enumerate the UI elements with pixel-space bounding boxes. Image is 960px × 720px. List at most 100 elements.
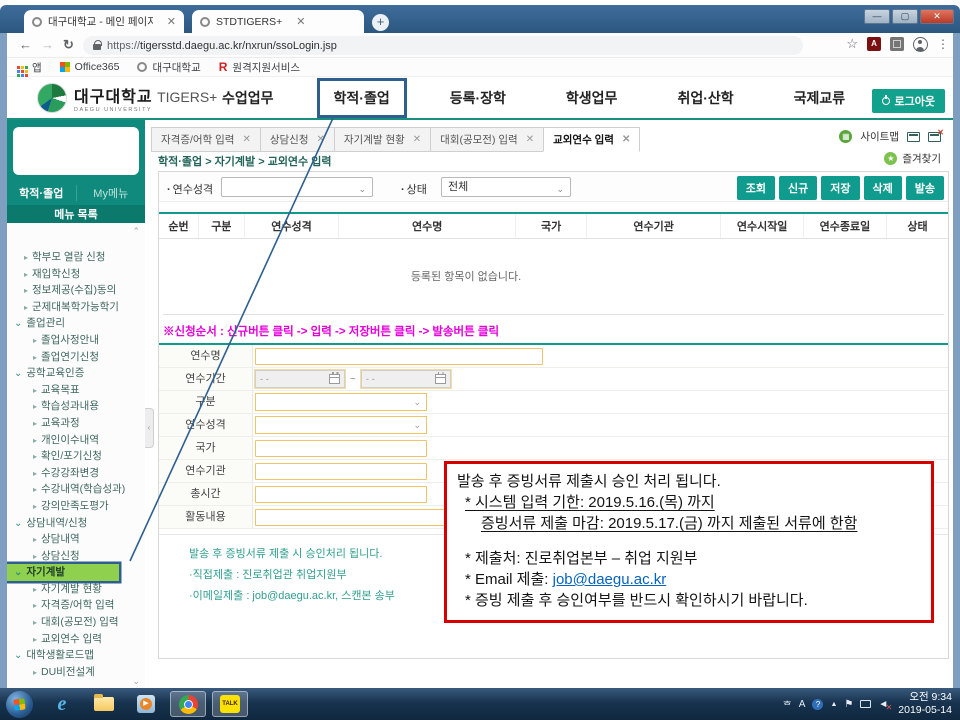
- kakaotalk-icon[interactable]: TALK: [212, 691, 248, 717]
- grid-header-cell[interactable]: 국가: [516, 213, 587, 239]
- popup-close-icon[interactable]: ✕: [928, 132, 941, 142]
- nav-item[interactable]: 학적·졸업: [320, 81, 404, 115]
- sidebar-menu-item[interactable]: 대학생활로드맵: [7, 647, 145, 664]
- action-button[interactable]: 신규: [779, 176, 817, 200]
- sidebar-menu-item[interactable]: 상담내역: [7, 531, 145, 548]
- filter-nature-select[interactable]: ⌄: [221, 177, 373, 197]
- sidebar-menu-item[interactable]: 수강강좌변경: [7, 465, 145, 482]
- sidebar-menu-item[interactable]: 정보제공(수집)동의: [7, 282, 145, 299]
- sidebar-menu-item[interactable]: 확인/포기신청: [7, 448, 145, 465]
- sidebar-menu-item[interactable]: 자기계발 현황: [7, 581, 145, 598]
- nav-item[interactable]: 학생업무: [552, 81, 632, 115]
- grid-header-cell[interactable]: 상태: [886, 213, 948, 239]
- bookmark-item[interactable]: 앱: [17, 60, 42, 75]
- end-date-input[interactable]: - -: [361, 370, 451, 388]
- nature-select[interactable]: ⌄: [255, 416, 427, 434]
- extension-icon[interactable]: [890, 37, 904, 51]
- hours-input[interactable]: [255, 486, 427, 503]
- bookmark-item[interactable]: R 원격지원서비스: [219, 60, 300, 75]
- close-tab-icon[interactable]: ✕: [167, 15, 176, 28]
- help-tray-icon[interactable]: ?: [812, 699, 823, 710]
- pdf-extension-icon[interactable]: A: [867, 37, 881, 51]
- nav-item[interactable]: 국제교류: [780, 81, 860, 115]
- close-tab-icon[interactable]: ✕: [296, 15, 305, 28]
- internet-explorer-icon[interactable]: e: [44, 691, 80, 717]
- address-bar[interactable]: https://tigersstd.daegu.ac.kr/nxrun/ssoL…: [83, 36, 803, 55]
- close-tab-icon[interactable]: ✕: [622, 134, 630, 145]
- network-tray-icon[interactable]: [860, 700, 871, 708]
- logout-button[interactable]: 로그아웃: [872, 89, 945, 113]
- grid-header-cell[interactable]: 연수성격: [244, 213, 339, 239]
- reload-icon[interactable]: ↻: [63, 37, 74, 53]
- sidebar-menu-item[interactable]: 교외연수 입력: [7, 631, 145, 648]
- close-tab-icon[interactable]: ✕: [526, 134, 534, 145]
- close-tab-icon[interactable]: ✕: [413, 134, 421, 145]
- sidebar-menu-item[interactable]: 수강내역(학습성과): [7, 481, 145, 498]
- sidebar-tab[interactable]: 학적·졸업: [7, 185, 76, 201]
- bookmark-item[interactable]: Office365: [60, 61, 120, 73]
- workspace-tab[interactable]: 대회(공모전) 입력 ✕: [430, 127, 543, 152]
- sidebar-menu-item[interactable]: DU비전설계: [7, 664, 145, 681]
- sidebar-menu-item[interactable]: 졸업관리: [7, 315, 145, 332]
- forward-icon[interactable]: →: [41, 37, 54, 52]
- nav-item[interactable]: 수업업무: [208, 81, 288, 115]
- university-logo[interactable]: 대구대학교 TIGERS+ DAEGU UNIVERSITY: [37, 83, 217, 113]
- workspace-tab[interactable]: 상담신청 ✕: [260, 127, 334, 152]
- sidebar-menu-item[interactable]: 군제대복학가능학기: [7, 299, 145, 316]
- tray-expand-icon[interactable]: ▲: [830, 701, 837, 708]
- browser-tab[interactable]: STDTIGERS+ ✕: [192, 10, 364, 33]
- taskbar-clock[interactable]: 오전 9:34 2019-05-14: [898, 691, 952, 717]
- workspace-tab[interactable]: 교외연수 입력 ✕: [543, 127, 640, 152]
- close-window-button[interactable]: ✕: [920, 9, 954, 24]
- action-button[interactable]: 조회: [737, 176, 775, 200]
- maximize-button[interactable]: ▢: [892, 9, 918, 24]
- chrome-icon[interactable]: [170, 691, 206, 717]
- browser-menu-icon[interactable]: ⋮: [937, 37, 949, 51]
- agency-input[interactable]: [255, 463, 427, 480]
- close-tab-icon[interactable]: ✕: [242, 134, 250, 145]
- sidebar-menu-item[interactable]: 교육목표: [7, 382, 145, 399]
- media-player-icon[interactable]: ▶: [128, 691, 164, 717]
- sidebar-menu-item[interactable]: 강의만족도평가: [7, 498, 145, 515]
- sidebar-menu-item[interactable]: 대회(공모전) 입력: [7, 614, 145, 631]
- favorites-link[interactable]: 즐겨찾기: [902, 151, 941, 166]
- country-input[interactable]: [255, 440, 427, 457]
- action-button[interactable]: 삭제: [864, 176, 902, 200]
- sidebar-menu-item[interactable]: 졸업사정안내: [7, 332, 145, 349]
- sidebar-menu-item[interactable]: 자기계발: [7, 564, 119, 581]
- scroll-up-icon[interactable]: ⌃: [132, 226, 140, 237]
- filter-status-select[interactable]: 전체 ⌄: [441, 177, 571, 197]
- sitemap-link[interactable]: 사이트맵: [860, 129, 899, 144]
- grid-header-cell[interactable]: 연수기관: [587, 213, 721, 239]
- action-center-flag-icon[interactable]: ⚑: [844, 699, 853, 710]
- grid-header-cell[interactable]: 연수시작일: [721, 213, 804, 239]
- sidebar-menu-item[interactable]: 자격증/어학 입력: [7, 597, 145, 614]
- workspace-tab[interactable]: 자기계발 현황 ✕: [334, 127, 430, 152]
- calendar-icon[interactable]: [329, 374, 340, 384]
- sidebar-menu-item[interactable]: 상담신청: [7, 548, 145, 565]
- email-link[interactable]: job@daegu.ac.kr: [553, 571, 667, 588]
- name-input[interactable]: [255, 348, 543, 365]
- sidebar-menu-item[interactable]: 개인이수내역: [7, 432, 145, 449]
- scroll-down-icon[interactable]: ⌄: [132, 676, 140, 687]
- bookmark-item[interactable]: 대구대학교: [137, 60, 200, 75]
- sidebar-collapse-handle[interactable]: ‹: [145, 408, 154, 448]
- volume-muted-icon[interactable]: ◄✕: [878, 699, 888, 710]
- file-explorer-icon[interactable]: [86, 691, 122, 717]
- profile-avatar-icon[interactable]: [913, 37, 928, 52]
- bookmark-star-icon[interactable]: ☆: [846, 36, 858, 52]
- grid-header-cell[interactable]: 연수명: [339, 213, 516, 239]
- grid-header-cell[interactable]: 연수종료일: [804, 213, 887, 239]
- nav-item[interactable]: 취업·산학: [663, 81, 747, 115]
- ime-korean-icon[interactable]: ᄒ: [783, 697, 792, 712]
- sidebar-menu-item[interactable]: 학부모 열람 신청: [7, 249, 145, 266]
- category-select[interactable]: ⌄: [255, 393, 427, 411]
- sidebar-tab[interactable]: My메뉴: [76, 185, 146, 201]
- action-button[interactable]: 발송: [906, 176, 944, 200]
- calendar-icon[interactable]: [435, 374, 446, 384]
- nav-item[interactable]: 등록·장학: [436, 81, 520, 115]
- sidebar-menu-item[interactable]: 상담내역/신청: [7, 515, 145, 532]
- ime-lang-icon[interactable]: A: [799, 699, 806, 710]
- close-tab-icon[interactable]: ✕: [317, 134, 325, 145]
- action-button[interactable]: 저장: [821, 176, 859, 200]
